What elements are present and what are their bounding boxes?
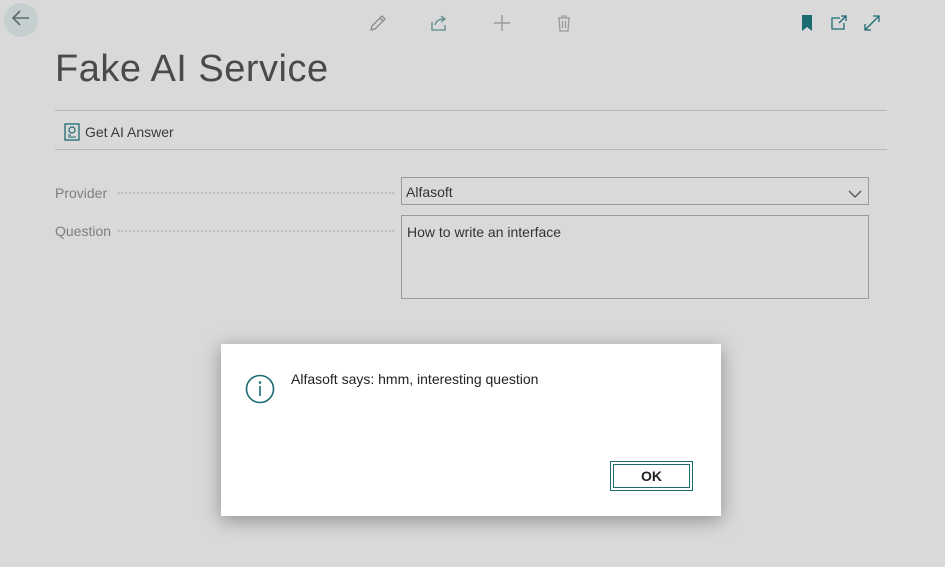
- provider-leader-dots: [118, 192, 394, 194]
- edit-pencil-icon: [368, 13, 388, 33]
- get-ai-answer-label: Get AI Answer: [85, 124, 174, 140]
- ai-answer-icon: [64, 123, 80, 141]
- ok-button[interactable]: OK: [610, 461, 693, 491]
- delete-trash-icon: [554, 13, 574, 33]
- page-title: Fake AI Service: [55, 48, 329, 90]
- bookmark-icon: [797, 13, 817, 33]
- share-button[interactable]: [428, 12, 450, 34]
- add-plus-icon: [492, 13, 512, 33]
- bookmark-button[interactable]: [796, 12, 818, 34]
- message-dialog: Alfasoft says: hmm, interesting question…: [221, 344, 721, 516]
- divider-top: [55, 110, 887, 111]
- question-leader-dots: [118, 230, 394, 232]
- provider-value: Alfasoft: [406, 184, 453, 200]
- delete-button[interactable]: [553, 12, 575, 34]
- question-value: How to write an interface: [407, 224, 562, 240]
- back-button[interactable]: [4, 3, 38, 37]
- new-button[interactable]: [491, 12, 513, 34]
- open-in-new-window-icon: [829, 13, 849, 33]
- edit-button[interactable]: [367, 12, 389, 34]
- back-arrow-icon: [10, 7, 32, 34]
- share-icon: [429, 13, 449, 33]
- page-background: Fake AI Service Get AI Answer Provider A…: [0, 0, 945, 567]
- chevron-down-icon: [848, 186, 862, 204]
- expand-button[interactable]: [861, 12, 883, 34]
- provider-label: Provider: [55, 185, 108, 201]
- question-label: Question: [55, 223, 112, 239]
- ok-label: OK: [641, 468, 662, 484]
- divider-bottom: [55, 149, 887, 150]
- provider-select[interactable]: Alfasoft: [401, 177, 869, 205]
- dialog-message: Alfasoft says: hmm, interesting question: [291, 371, 539, 387]
- get-ai-answer-action[interactable]: Get AI Answer: [64, 121, 174, 143]
- open-new-window-button[interactable]: [828, 12, 850, 34]
- question-textarea[interactable]: How to write an interface: [401, 215, 869, 299]
- expand-icon: [862, 13, 882, 33]
- info-icon: [245, 374, 275, 409]
